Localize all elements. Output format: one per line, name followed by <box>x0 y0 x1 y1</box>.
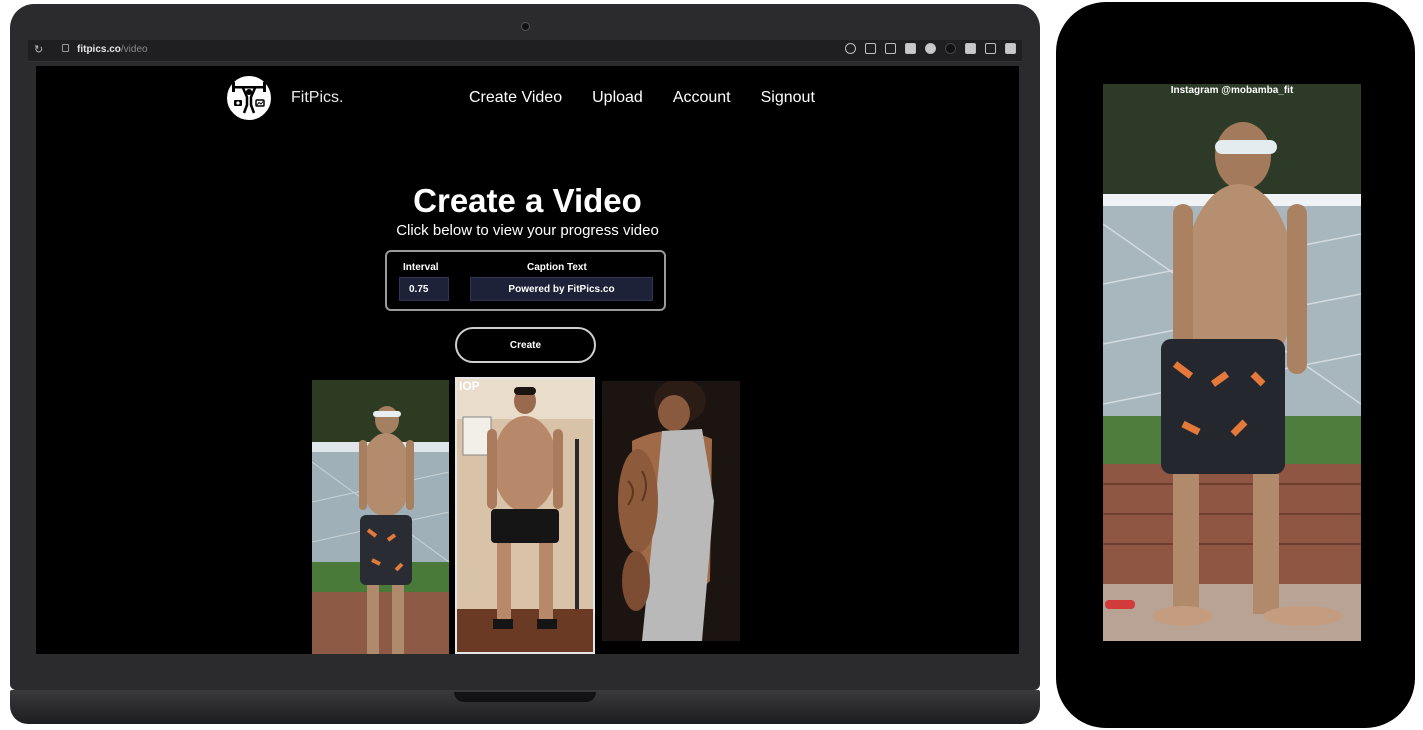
interval-input[interactable] <box>399 277 449 301</box>
camera-extension-icon[interactable] <box>905 43 916 54</box>
page-title: Create a Video <box>413 182 642 219</box>
phone-video-image <box>1103 84 1361 641</box>
photo-1-image <box>312 380 449 654</box>
side-panel-icon[interactable] <box>1005 43 1016 54</box>
laptop-notch <box>454 692 596 702</box>
photo-2-image <box>457 379 593 652</box>
bookmark-star-icon[interactable] <box>885 43 896 54</box>
phone-caption-overlay: Instagram @mobamba_fit <box>1170 85 1294 96</box>
page-subtitle: Click below to view your progress video <box>396 222 659 239</box>
zoom-icon[interactable] <box>845 43 856 54</box>
share-icon[interactable] <box>865 43 876 54</box>
phone-video-preview: Instagram @mobamba_fit <box>1103 84 1361 641</box>
url-path: /video <box>120 44 148 55</box>
weightlifter-icon <box>232 82 266 114</box>
progress-photo-3 <box>602 381 740 641</box>
progress-photo-2: IOP <box>455 377 595 654</box>
reload-icon[interactable]: ↻ <box>34 43 43 56</box>
interval-label: Interval <box>403 262 439 273</box>
browser-address-bar: ↻ fitpics.co/video <box>28 40 1022 62</box>
nav-account[interactable]: Account <box>673 89 731 107</box>
nav-create-video[interactable]: Create Video <box>469 89 562 107</box>
photo-2-overlay-text: IOP <box>459 379 480 393</box>
browser-toolbar <box>845 43 1016 54</box>
profile-extension-icon[interactable] <box>945 43 956 54</box>
caption-input[interactable] <box>470 277 653 301</box>
video-settings-form: Interval Caption Text <box>385 250 666 311</box>
lock-icon <box>62 44 69 52</box>
caption-label: Caption Text <box>527 262 587 273</box>
device-mockup: ↻ fitpics.co/video FitPics. Create Video… <box>0 0 1423 730</box>
brand-name[interactable]: FitPics. <box>291 89 343 107</box>
nav-upload[interactable]: Upload <box>592 89 643 107</box>
main-nav: Create Video Upload Account Signout <box>469 89 815 107</box>
extension-icon[interactable] <box>925 43 936 54</box>
fitpics-logo[interactable] <box>225 74 273 122</box>
laptop-screen: FitPics. Create Video Upload Account Sig… <box>36 66 1019 654</box>
url-field[interactable]: fitpics.co/video <box>77 44 148 55</box>
webcam <box>521 22 530 31</box>
progress-photo-1 <box>312 380 449 654</box>
reading-list-icon[interactable] <box>985 43 996 54</box>
create-button[interactable]: Create <box>455 327 596 363</box>
url-host: fitpics.co <box>77 44 121 55</box>
puzzle-icon[interactable] <box>965 43 976 54</box>
nav-signout[interactable]: Signout <box>761 89 815 107</box>
photo-3-image <box>602 381 740 641</box>
